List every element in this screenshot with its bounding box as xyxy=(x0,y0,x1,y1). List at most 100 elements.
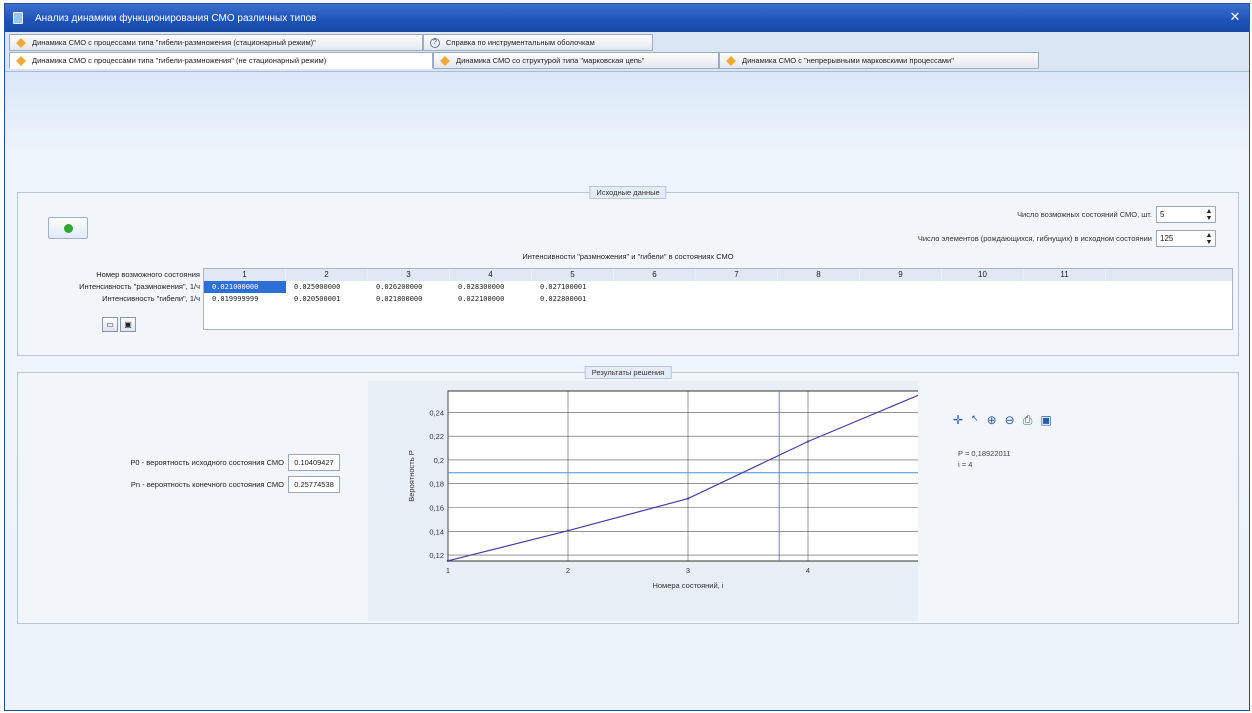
elements-count-row: Число элементов (рождающихся, гибнущих) … xyxy=(918,230,1216,247)
y-tick-label: 0,18 xyxy=(429,480,444,489)
spinner-arrows-icon[interactable]: ▲ ▼ xyxy=(1203,232,1215,246)
diamond-icon xyxy=(726,55,736,66)
column-header[interactable]: 7 xyxy=(696,269,778,281)
tab-strip: Динамика СМО с процессами типа "гибели-р… xyxy=(5,32,1249,72)
tab-birth-death-stationary[interactable]: Динамика СМО с процессами типа "гибели-р… xyxy=(9,34,423,51)
p0-label: Р0 - вероятность исходного состояния СМО xyxy=(130,458,284,467)
tab-label: Динамика СМО с "непрерывными марковскими… xyxy=(742,56,954,65)
states-count-value: 5 xyxy=(1160,210,1165,219)
elements-count-value: 125 xyxy=(1160,234,1174,243)
y-tick-label: 0,16 xyxy=(429,504,444,513)
chart-svg: 0,120,140,160,180,20,220,2412345Номера с… xyxy=(407,390,918,590)
readout-i: i = 4 xyxy=(958,460,973,469)
zoom-out-icon[interactable]: ⊖ xyxy=(1005,413,1015,428)
open-file-icon[interactable]: ▭ xyxy=(102,317,118,332)
column-header[interactable]: 5 xyxy=(532,269,614,281)
cursor-readout: P = 0,18922011 i = 4 xyxy=(958,448,1010,470)
file-buttons: ▭ ▣ xyxy=(102,317,136,332)
x-tick-label: 2 xyxy=(566,566,570,575)
tab-continuous-markov[interactable]: Динамика СМО с "непрерывными марковскими… xyxy=(719,52,1039,69)
pn-value: 0.25774538 xyxy=(288,476,340,493)
grid-cell[interactable]: 0.028300000 xyxy=(450,281,532,293)
zoom-in-icon[interactable]: ⊕ xyxy=(987,413,997,428)
grid-cell[interactable]: 0.027100001 xyxy=(532,281,614,293)
row-labels: Номер возможного состояния Интенсивность… xyxy=(24,269,200,305)
grid-cell[interactable]: 0.026200000 xyxy=(368,281,450,293)
row-label-birth: Интенсивность "размножения", 1/ч xyxy=(79,282,200,291)
print-icon[interactable]: ⎙ xyxy=(1023,413,1033,428)
column-header[interactable]: 1 xyxy=(204,269,286,281)
table-row: 0.019999999 0.020500001 0.021800000 0.02… xyxy=(204,293,1232,305)
save-icon[interactable]: ▣ xyxy=(120,317,136,332)
tab-label: Динамика СМО с процессами типа "гибели-р… xyxy=(32,56,327,65)
plot-area xyxy=(447,390,918,562)
group-legend: Исходные данные xyxy=(589,186,667,199)
p0-value: 0.10409427 xyxy=(288,454,340,471)
tab-label: Динамика СМО с процессами типа "гибели-р… xyxy=(32,38,316,47)
tab-content: Исходные данные Число возможных состояни… xyxy=(5,72,1249,710)
column-header[interactable]: 8 xyxy=(778,269,860,281)
column-header[interactable]: 6 xyxy=(614,269,696,281)
chart-toolbar: ✛ ↖ ⊕ ⊖ ⎙ ▣ xyxy=(953,413,1052,428)
tab-help[interactable]: ? Справка по инструментальным оболочкам xyxy=(423,34,653,51)
data-point xyxy=(446,559,450,562)
y-tick-label: 0,12 xyxy=(429,551,444,560)
diamond-icon xyxy=(16,37,26,48)
tab-birth-death-nonstationary[interactable]: Динамика СМО с процессами типа "гибели-р… xyxy=(9,52,433,69)
column-header[interactable]: 2 xyxy=(286,269,368,281)
y-tick-label: 0,24 xyxy=(429,408,444,417)
spinner-arrows-icon[interactable]: ▲ ▼ xyxy=(1203,208,1215,222)
save-icon[interactable]: ▣ xyxy=(1040,413,1051,428)
window-title: Анализ динамики функционирования СМО раз… xyxy=(35,12,317,24)
pn-label: Рn - вероятность конечного состояния СМО xyxy=(130,480,284,489)
tab-label: Динамика СМО со структурой типа "марковс… xyxy=(456,56,645,65)
grid-cell[interactable]: 0.025000000 xyxy=(286,281,368,293)
column-header[interactable]: 11 xyxy=(1024,269,1106,281)
pn-row: Рn - вероятность конечного состояния СМО… xyxy=(38,476,340,493)
app-window: Анализ динамики функционирования СМО раз… xyxy=(4,3,1250,711)
p0-row: Р0 - вероятность исходного состояния СМО… xyxy=(38,454,340,471)
data-point xyxy=(566,529,570,532)
grid-cell[interactable]: 0.019999999 xyxy=(204,293,286,305)
title-bar: Анализ динамики функционирования СМО раз… xyxy=(5,4,1249,32)
close-button[interactable]: ✕ xyxy=(1227,9,1243,25)
column-header[interactable]: 9 xyxy=(860,269,942,281)
readout-p: P = 0,18922011 xyxy=(958,449,1011,458)
intensity-grid[interactable]: 1 2 3 4 5 6 7 8 9 10 11 0.021000000 0.02… xyxy=(203,268,1233,330)
states-count-row: Число возможных состояний СМО, шт. 5 ▲ ▼ xyxy=(1017,206,1216,223)
table-row: 0.021000000 0.025000000 0.026200000 0.02… xyxy=(204,281,1232,293)
grid-header: 1 2 3 4 5 6 7 8 9 10 11 xyxy=(204,269,1232,281)
input-data-group: Исходные данные Число возможных состояни… xyxy=(17,186,1239,356)
grid-cell[interactable]: 0.021800000 xyxy=(368,293,450,305)
tab-label: Справка по инструментальным оболочкам xyxy=(446,38,595,47)
table-title: Интенсивности "размножения" и "гибели" в… xyxy=(522,252,734,261)
grid-cell[interactable]: 0.021000000 xyxy=(204,281,286,293)
y-tick-label: 0,2 xyxy=(434,456,444,465)
diamond-icon xyxy=(16,55,26,66)
row-label-death: Интенсивность "гибели", 1/ч xyxy=(102,294,200,303)
elements-count-spinner[interactable]: 125 ▲ ▼ xyxy=(1156,230,1216,247)
diamond-icon xyxy=(440,55,450,66)
y-tick-label: 0,22 xyxy=(429,432,444,441)
results-group: Результаты решения Р0 - вероятность исхо… xyxy=(17,366,1239,624)
probability-chart[interactable]: 0,120,140,160,180,20,220,2412345Номера с… xyxy=(368,381,918,621)
group-legend: Результаты решения xyxy=(584,366,672,379)
run-button[interactable] xyxy=(48,217,88,239)
grid-cell[interactable]: 0.022800001 xyxy=(532,293,614,305)
column-header[interactable]: 10 xyxy=(942,269,1024,281)
column-header[interactable]: 3 xyxy=(368,269,450,281)
help-icon: ? xyxy=(430,37,440,48)
y-axis-label: Вероятность Р xyxy=(407,450,416,502)
crosshair-icon[interactable]: ✛ xyxy=(953,413,963,428)
states-count-spinner[interactable]: 5 ▲ ▼ xyxy=(1156,206,1216,223)
states-count-label: Число возможных состояний СМО, шт. xyxy=(1017,210,1152,219)
x-tick-label: 3 xyxy=(686,566,690,575)
grid-cell[interactable]: 0.022100000 xyxy=(450,293,532,305)
grid-cell[interactable]: 0.020500001 xyxy=(286,293,368,305)
pointer-icon[interactable]: ↖ xyxy=(971,413,979,428)
row-label-state: Номер возможного состояния xyxy=(96,270,200,279)
column-header[interactable]: 4 xyxy=(450,269,532,281)
data-point xyxy=(806,440,810,443)
tab-markov-chain[interactable]: Динамика СМО со структурой типа "марковс… xyxy=(433,52,719,69)
data-point xyxy=(686,497,690,500)
